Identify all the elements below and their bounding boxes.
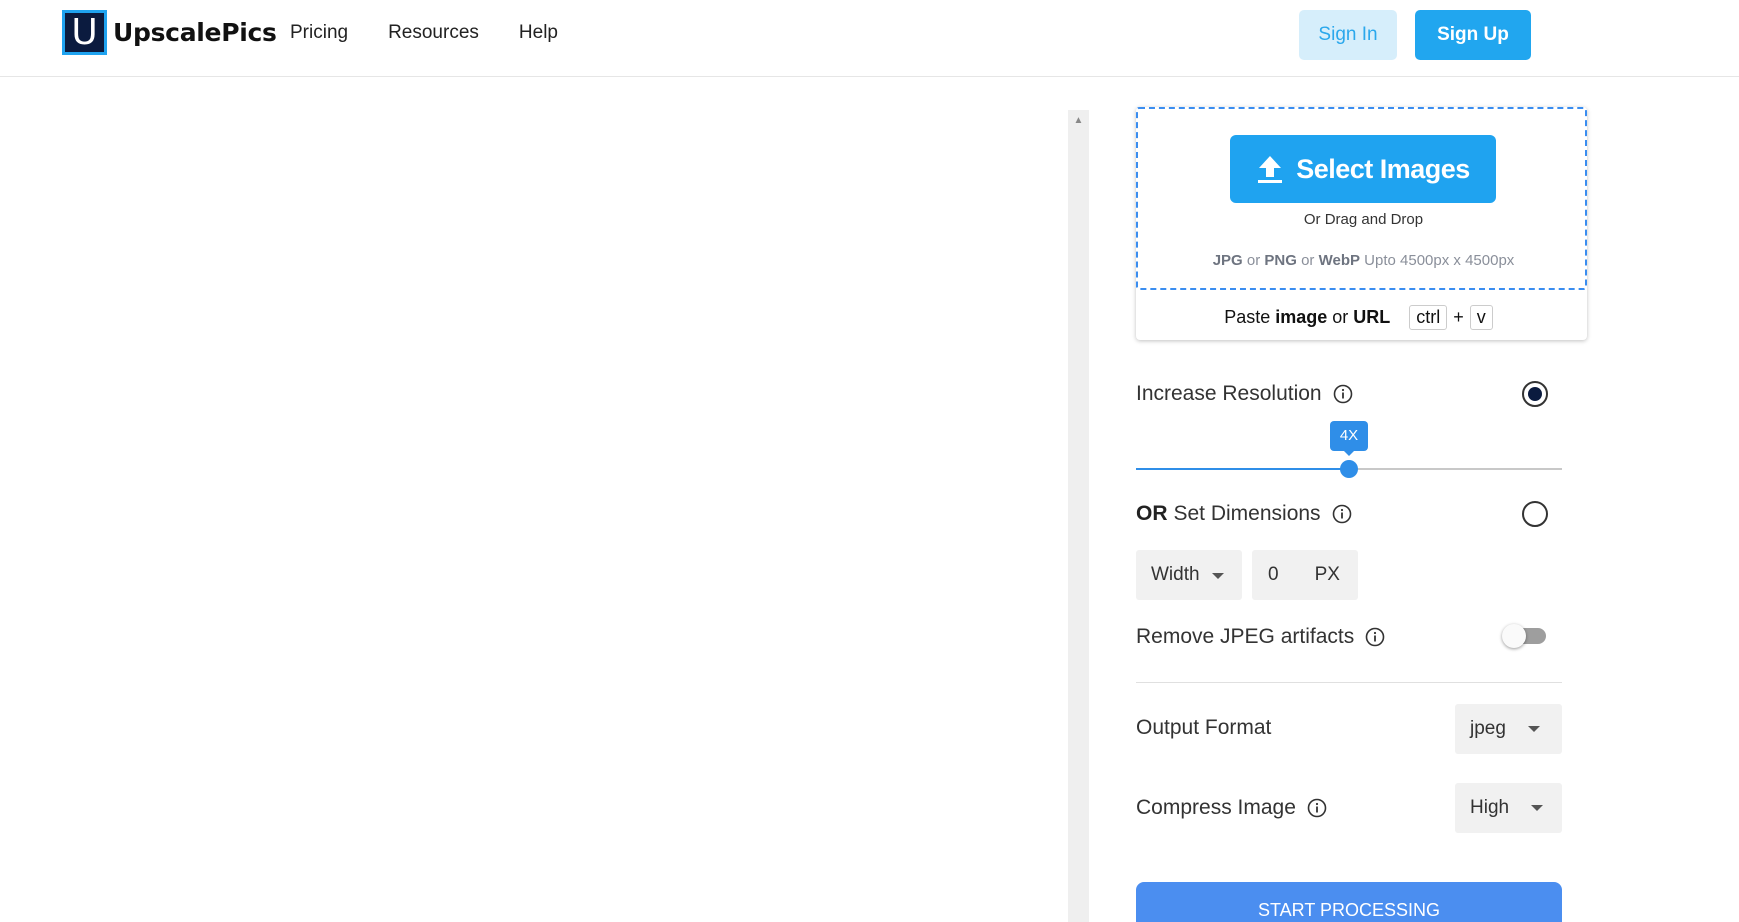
format-jpg: JPG	[1212, 252, 1243, 269]
supported-formats-text: JPG or PNG or WebP Upto 4500px x 4500px	[1138, 252, 1589, 269]
remove-jpeg-artifacts-option: Remove JPEG artifacts	[1136, 625, 1385, 649]
top-header: U UpscalePics Pricing Resources Help Sig…	[0, 0, 1739, 77]
format-webp: WebP	[1318, 252, 1361, 269]
nav-help[interactable]: Help	[519, 22, 558, 44]
logo-mark: U	[62, 10, 107, 55]
chevron-down-icon	[1527, 726, 1540, 732]
set-dimensions-radio[interactable]	[1522, 501, 1548, 527]
compress-image-value: High	[1470, 797, 1510, 818]
nav-resources[interactable]: Resources	[388, 22, 479, 44]
upload-card: Select Images Or Drag and Drop JPG or PN…	[1136, 107, 1587, 340]
format-or-2: or	[1296, 252, 1319, 269]
compress-image-select[interactable]: High	[1455, 783, 1562, 833]
paste-image: image	[1275, 306, 1328, 327]
logo-text: UpscalePics	[113, 18, 277, 47]
size-limit: Upto 4500px x 4500px	[1360, 252, 1515, 269]
toggle-knob	[1502, 624, 1526, 648]
drag-drop-text: Or Drag and Drop	[1303, 211, 1424, 228]
scale-slider-fill	[1136, 468, 1348, 470]
ctrl-key: ctrl	[1409, 304, 1448, 330]
paste-hint[interactable]: Paste image or URL ctrl + v	[1136, 302, 1587, 332]
preview-scrollbar[interactable]: ▲	[1068, 110, 1089, 922]
output-format-option: Output Format	[1136, 716, 1271, 740]
increase-resolution-option: Increase Resolution	[1136, 382, 1353, 406]
paste-url: URL	[1353, 306, 1391, 327]
sign-up-button[interactable]: Sign Up	[1415, 10, 1531, 60]
select-images-label: Select Images	[1296, 153, 1470, 184]
scroll-up-arrow-icon[interactable]: ▲	[1068, 114, 1089, 128]
output-format-select[interactable]: jpeg	[1455, 704, 1562, 754]
increase-resolution-radio[interactable]	[1522, 381, 1548, 407]
set-dimensions-label: Set Dimensions	[1173, 502, 1321, 525]
remove-jpeg-artifacts-toggle[interactable]	[1502, 624, 1546, 648]
select-images-button[interactable]: Select Images	[1230, 135, 1496, 203]
info-icon[interactable]	[1332, 504, 1352, 524]
format-png: PNG	[1264, 252, 1297, 269]
output-format-label: Output Format	[1136, 716, 1272, 739]
dimension-unit: PX	[1314, 564, 1340, 585]
info-icon[interactable]	[1307, 798, 1327, 818]
image-preview-area	[0, 78, 1068, 922]
info-icon[interactable]	[1365, 627, 1385, 647]
info-icon[interactable]	[1333, 384, 1353, 404]
set-dimensions-option: OR Set Dimensions	[1136, 502, 1352, 526]
upload-icon	[1258, 156, 1283, 183]
start-processing-button[interactable]: START PROCESSING	[1136, 882, 1562, 922]
logo[interactable]: U UpscalePics	[62, 10, 277, 55]
nav-pricing[interactable]: Pricing	[290, 22, 348, 44]
chevron-down-icon	[1531, 805, 1544, 811]
plus-sign: +	[1453, 306, 1464, 327]
dimension-value[interactable]: 0	[1268, 564, 1279, 586]
increase-resolution-label: Increase Resolution	[1136, 382, 1322, 405]
scale-value-bubble: 4X	[1330, 421, 1368, 456]
main-nav: Pricing Resources Help	[290, 22, 598, 44]
remove-jpeg-artifacts-label: Remove JPEG artifacts	[1136, 625, 1355, 648]
sign-in-button[interactable]: Sign In	[1299, 10, 1397, 60]
or-label: OR	[1136, 502, 1168, 525]
scale-slider-thumb[interactable]	[1340, 460, 1358, 478]
chevron-down-icon	[1211, 573, 1224, 579]
options-divider	[1136, 682, 1562, 683]
paste-or: or	[1332, 306, 1349, 327]
output-format-value: jpeg	[1470, 718, 1506, 739]
compress-image-option: Compress Image	[1136, 796, 1327, 820]
paste-prefix: Paste	[1224, 306, 1271, 327]
dimension-select[interactable]: Width	[1136, 550, 1242, 600]
drop-zone[interactable]: Select Images Or Drag and Drop JPG or PN…	[1136, 107, 1587, 290]
dimension-select-value: Width	[1151, 564, 1200, 585]
dimension-input[interactable]: 0 PX	[1252, 550, 1358, 600]
format-or-1: or	[1242, 252, 1265, 269]
v-key: v	[1469, 304, 1493, 330]
compress-image-label: Compress Image	[1136, 796, 1296, 819]
